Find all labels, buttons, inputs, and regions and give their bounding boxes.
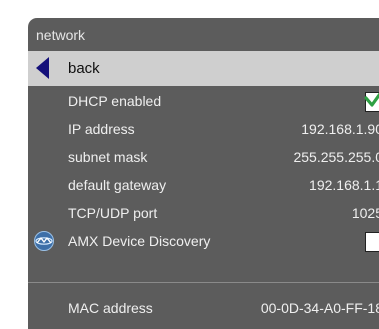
ip-address-value: 192.168.1.90 [301,121,379,137]
back-label: back [68,60,100,77]
subnet-mask-value: 255.255.255.0 [293,149,379,165]
default-gateway-label: default gateway [68,177,167,193]
dhcp-enabled-checkbox[interactable] [364,92,379,112]
amx-device-discovery-checkbox[interactable] [365,232,379,252]
ip-address-label: IP address [68,121,135,137]
row-mac-address: MAC address 00-0D-34-A0-FF-18 [28,295,379,323]
mac-address-label: MAC address [68,300,153,316]
amx-device-discovery-label: AMX Device Discovery [68,233,211,249]
row-ip-address: IP address 192.168.1.90 [28,116,379,144]
dhcp-enabled-label: DHCP enabled [68,93,162,109]
row-subnet-mask: subnet mask 255.255.255.0 [28,144,379,172]
back-row[interactable]: back [28,51,379,86]
amx-logo-icon [34,231,54,251]
subnet-mask-label: subnet mask [68,149,148,165]
row-tcp-udp-port: TCP/UDP port 1025 [28,200,379,228]
checkmark-icon [364,92,379,107]
tcp-udp-port-label: TCP/UDP port [68,205,158,221]
tcp-udp-port-value: 1025 [351,205,379,221]
default-gateway-value: 192.168.1.1 [309,177,379,193]
row-amx-device-discovery[interactable]: AMX Device Discovery [28,228,379,256]
row-dhcp-enabled[interactable]: DHCP enabled [28,88,379,116]
section-divider [28,282,379,283]
network-panel: network back DHCP enabled IP address 192… [28,18,379,329]
row-default-gateway: default gateway 192.168.1.1 [28,172,379,200]
panel-title: network [36,27,86,43]
back-arrow-icon[interactable] [36,57,49,79]
mac-address-value: 00-0D-34-A0-FF-18 [260,300,379,316]
